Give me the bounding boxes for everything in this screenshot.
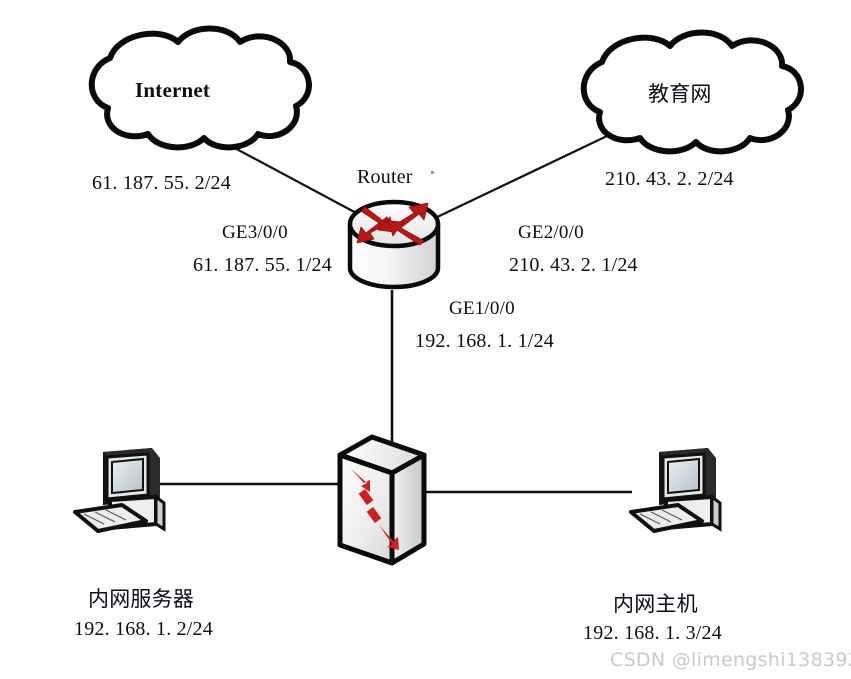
router-interface-ge2-ip: 210. 43. 2. 1/24 xyxy=(509,254,638,276)
switch-icon xyxy=(337,434,427,566)
router-icon xyxy=(347,199,441,290)
intranet-server-icon xyxy=(73,448,166,533)
router-interface-ge1-name: GE1/0/0 xyxy=(449,298,515,319)
education-cloud-label: 教育网 xyxy=(648,82,712,106)
router-interface-ge2-name: GE2/0/0 xyxy=(518,222,584,243)
intranet-host-ip: 192. 168. 1. 3/24 xyxy=(583,622,722,644)
network-diagram: Internet 教育网 61. 187. 55. 2/24 210. 43. … xyxy=(0,0,851,679)
router-interface-ge3-name: GE3/0/0 xyxy=(222,222,288,243)
router-interface-ge1-ip: 192. 168. 1. 1/24 xyxy=(415,330,554,352)
router-label-dot-artifact xyxy=(431,171,434,174)
intranet-server-ip: 192. 168. 1. 2/24 xyxy=(74,618,213,640)
internet-cloud-label: Internet xyxy=(135,78,211,102)
router-interface-ge3-ip: 61. 187. 55. 1/24 xyxy=(193,254,332,276)
intranet-host-icon xyxy=(629,448,722,533)
education-cloud-ip: 210. 43. 2. 2/24 xyxy=(605,168,734,190)
intranet-host-label: 内网主机 xyxy=(613,592,698,616)
link-education-router xyxy=(432,135,608,220)
csdn-watermark: CSDN @limengshi138392 xyxy=(610,649,851,671)
router-label: Router xyxy=(357,166,413,188)
internet-cloud-ip: 61. 187. 55. 2/24 xyxy=(92,172,231,194)
intranet-server-label: 内网服务器 xyxy=(88,587,194,611)
